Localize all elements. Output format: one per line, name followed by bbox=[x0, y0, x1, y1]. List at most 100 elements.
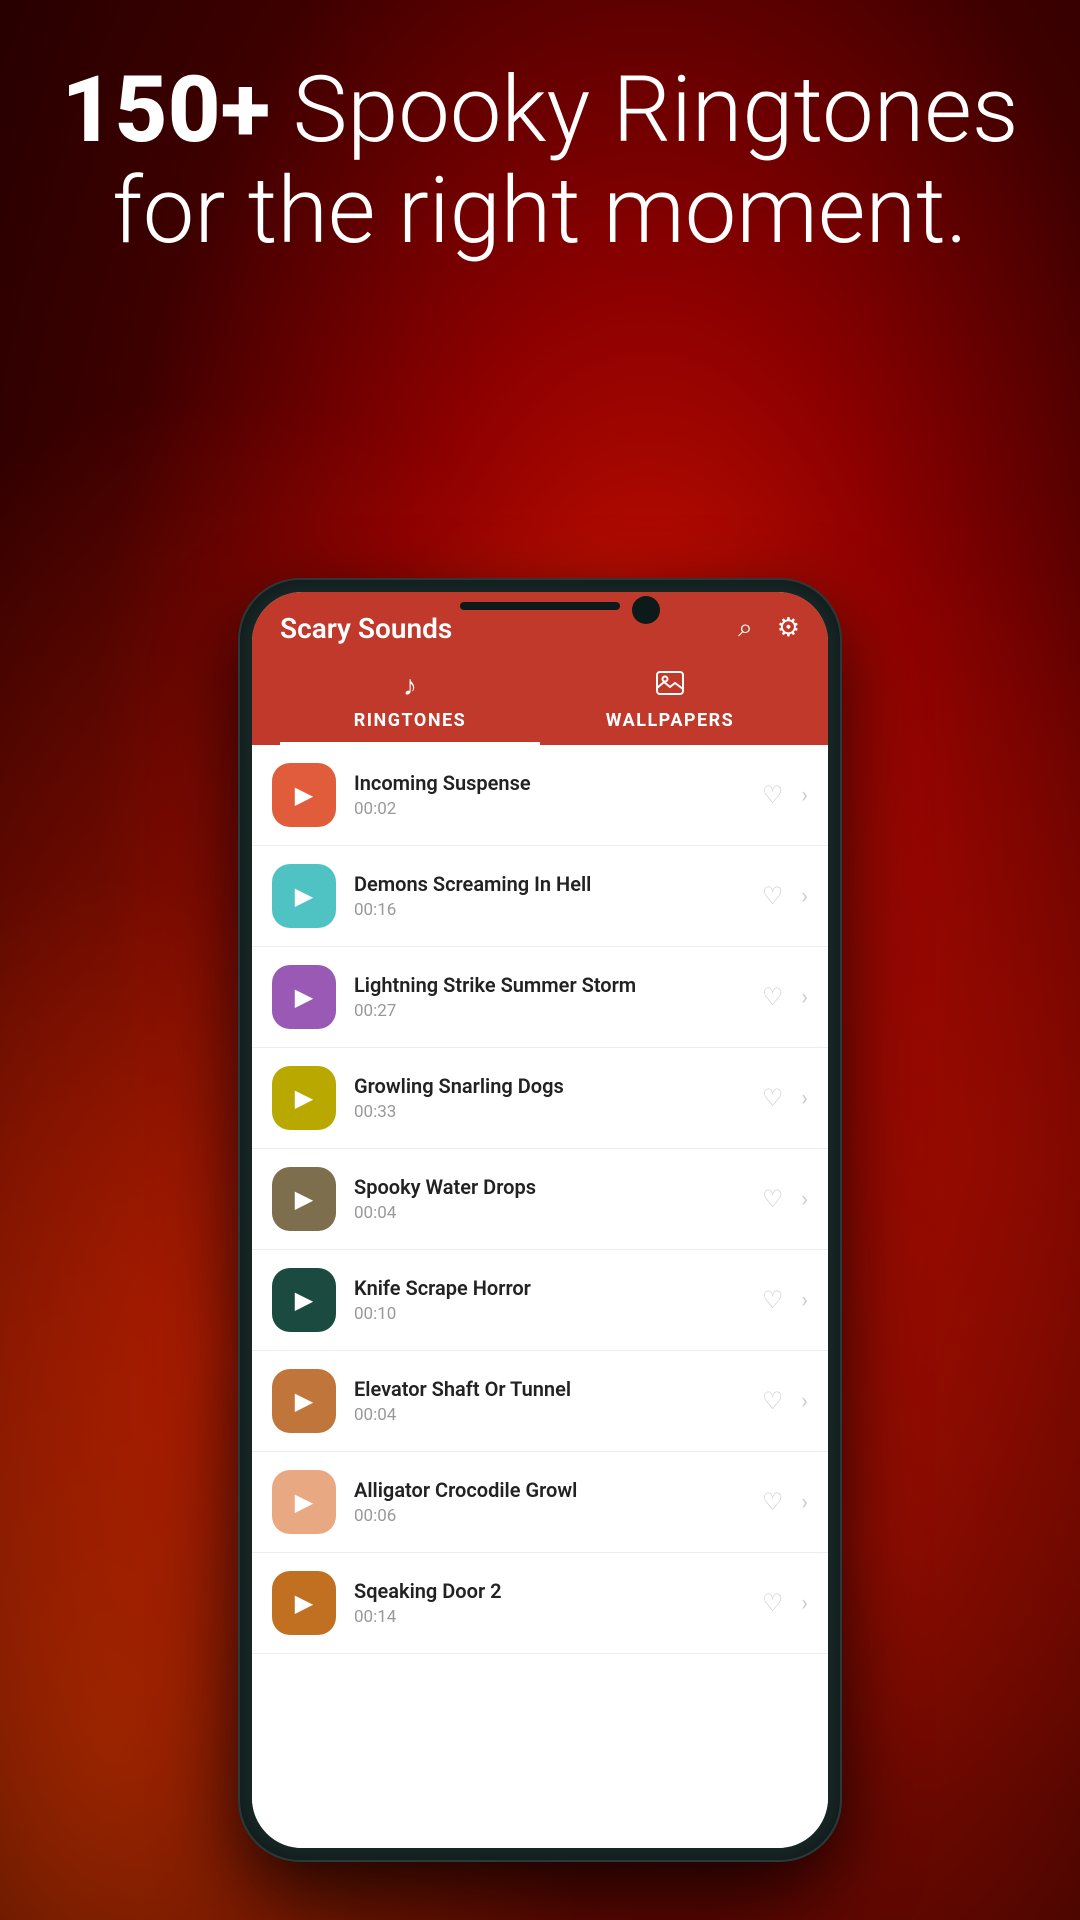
ringtone-info-7: Elevator Shaft Or Tunnel 00:04 bbox=[354, 1377, 744, 1425]
play-icon-7: ▶ bbox=[295, 1387, 313, 1415]
ringtone-duration-8: 00:06 bbox=[354, 1506, 744, 1526]
ringtone-name-6: Knife Scrape Horror bbox=[354, 1276, 744, 1300]
favorite-icon-3[interactable]: ♡ bbox=[762, 983, 784, 1011]
ringtone-info-4: Growling Snarling Dogs 00:33 bbox=[354, 1074, 744, 1122]
favorite-icon-7[interactable]: ♡ bbox=[762, 1387, 784, 1415]
favorite-icon-6[interactable]: ♡ bbox=[762, 1286, 784, 1314]
ringtone-actions-8: ♡ › bbox=[762, 1488, 808, 1516]
ringtone-actions-1: ♡ › bbox=[762, 781, 808, 809]
ringtone-duration-2: 00:16 bbox=[354, 900, 744, 920]
play-icon-6: ▶ bbox=[295, 1286, 313, 1314]
ringtone-info-5: Spooky Water Drops 00:04 bbox=[354, 1175, 744, 1223]
ringtone-name-5: Spooky Water Drops bbox=[354, 1175, 744, 1199]
play-icon-3: ▶ bbox=[295, 983, 313, 1011]
tab-ringtones[interactable]: ♪ RINGTONES bbox=[280, 669, 540, 745]
ringtone-name-1: Incoming Suspense bbox=[354, 771, 744, 795]
play-button-1[interactable]: ▶ bbox=[272, 763, 336, 827]
ringtone-info-3: Lightning Strike Summer Storm 00:27 bbox=[354, 973, 744, 1021]
ringtones-tab-icon: ♪ bbox=[403, 669, 417, 702]
ringtone-info-1: Incoming Suspense 00:02 bbox=[354, 771, 744, 819]
app-title: Scary Sounds bbox=[280, 612, 452, 645]
ringtone-duration-1: 00:02 bbox=[354, 799, 744, 819]
app-header: Scary Sounds ⌕ ⚙ ♪ RINGTONES bbox=[252, 592, 828, 745]
wallpapers-tab-label: WALLPAPERS bbox=[606, 710, 735, 731]
ringtone-name-9: Sqeaking Door 2 bbox=[354, 1579, 744, 1603]
play-button-6[interactable]: ▶ bbox=[272, 1268, 336, 1332]
chevron-icon-7[interactable]: › bbox=[801, 1389, 808, 1414]
chevron-icon-8[interactable]: › bbox=[801, 1490, 808, 1515]
ringtone-name-7: Elevator Shaft Or Tunnel bbox=[354, 1377, 744, 1401]
chevron-icon-1[interactable]: › bbox=[801, 783, 808, 808]
ringtone-name-8: Alligator Crocodile Growl bbox=[354, 1478, 744, 1502]
chevron-icon-3[interactable]: › bbox=[801, 985, 808, 1010]
ringtone-name-4: Growling Snarling Dogs bbox=[354, 1074, 744, 1098]
hero-line1-rest: Spooky Ringtones bbox=[270, 57, 1018, 164]
favorite-icon-8[interactable]: ♡ bbox=[762, 1488, 784, 1516]
app-header-top: Scary Sounds ⌕ ⚙ bbox=[280, 612, 800, 645]
ringtone-actions-7: ♡ › bbox=[762, 1387, 808, 1415]
header-icons: ⌕ ⚙ bbox=[738, 613, 800, 644]
chevron-icon-9[interactable]: › bbox=[801, 1591, 808, 1616]
search-icon[interactable]: ⌕ bbox=[738, 613, 753, 644]
ringtone-actions-6: ♡ › bbox=[762, 1286, 808, 1314]
list-item: ▶ Alligator Crocodile Growl 00:06 ♡ › bbox=[252, 1452, 828, 1553]
ringtone-actions-9: ♡ › bbox=[762, 1589, 808, 1617]
ringtone-duration-6: 00:10 bbox=[354, 1304, 744, 1324]
play-button-8[interactable]: ▶ bbox=[272, 1470, 336, 1534]
ringtone-info-9: Sqeaking Door 2 00:14 bbox=[354, 1579, 744, 1627]
tab-wallpapers[interactable]: WALLPAPERS bbox=[540, 669, 800, 745]
favorite-icon-5[interactable]: ♡ bbox=[762, 1185, 784, 1213]
play-icon-4: ▶ bbox=[295, 1084, 313, 1112]
ringtone-duration-3: 00:27 bbox=[354, 1001, 744, 1021]
ringtone-duration-7: 00:04 bbox=[354, 1405, 744, 1425]
favorite-icon-9[interactable]: ♡ bbox=[762, 1589, 784, 1617]
play-button-2[interactable]: ▶ bbox=[272, 864, 336, 928]
ringtone-name-3: Lightning Strike Summer Storm bbox=[354, 973, 744, 997]
hero-bold-text: 150+ bbox=[61, 57, 270, 164]
phone-frame: Scary Sounds ⌕ ⚙ ♪ RINGTONES bbox=[240, 580, 840, 1860]
favorite-icon-4[interactable]: ♡ bbox=[762, 1084, 784, 1112]
chevron-icon-2[interactable]: › bbox=[801, 884, 808, 909]
hero-heading: 150+ Spooky Ringtones for the right mome… bbox=[60, 60, 1020, 262]
ringtone-info-8: Alligator Crocodile Growl 00:06 bbox=[354, 1478, 744, 1526]
ringtone-name-2: Demons Screaming In Hell bbox=[354, 872, 744, 896]
favorite-icon-2[interactable]: ♡ bbox=[762, 882, 784, 910]
ringtone-actions-4: ♡ › bbox=[762, 1084, 808, 1112]
chevron-icon-4[interactable]: › bbox=[801, 1086, 808, 1111]
ringtone-duration-5: 00:04 bbox=[354, 1203, 744, 1223]
hero-line2: for the right moment. bbox=[112, 158, 967, 265]
play-icon-8: ▶ bbox=[295, 1488, 313, 1516]
play-icon-1: ▶ bbox=[295, 781, 313, 809]
list-item: ▶ Sqeaking Door 2 00:14 ♡ › bbox=[252, 1553, 828, 1654]
wallpapers-tab-icon bbox=[656, 669, 684, 702]
settings-icon[interactable]: ⚙ bbox=[777, 613, 800, 644]
list-item: ▶ Knife Scrape Horror 00:10 ♡ › bbox=[252, 1250, 828, 1351]
play-icon-5: ▶ bbox=[295, 1185, 313, 1213]
play-icon-9: ▶ bbox=[295, 1589, 313, 1617]
chevron-icon-6[interactable]: › bbox=[801, 1288, 808, 1313]
favorite-icon-1[interactable]: ♡ bbox=[762, 781, 784, 809]
phone-inner: Scary Sounds ⌕ ⚙ ♪ RINGTONES bbox=[252, 592, 828, 1848]
phone-notch bbox=[460, 602, 620, 610]
ringtone-actions-5: ♡ › bbox=[762, 1185, 808, 1213]
hero-section: 150+ Spooky Ringtones for the right mome… bbox=[0, 60, 1080, 262]
play-button-4[interactable]: ▶ bbox=[272, 1066, 336, 1130]
list-item: ▶ Elevator Shaft Or Tunnel 00:04 ♡ › bbox=[252, 1351, 828, 1452]
tabs: ♪ RINGTONES WALLPAPERS bbox=[280, 669, 800, 745]
phone-camera bbox=[632, 596, 660, 624]
list-item: ▶ Lightning Strike Summer Storm 00:27 ♡ … bbox=[252, 947, 828, 1048]
list-item: ▶ Growling Snarling Dogs 00:33 ♡ › bbox=[252, 1048, 828, 1149]
list-item: ▶ Incoming Suspense 00:02 ♡ › bbox=[252, 745, 828, 846]
ringtone-duration-9: 00:14 bbox=[354, 1607, 744, 1627]
phone-outer: Scary Sounds ⌕ ⚙ ♪ RINGTONES bbox=[240, 580, 840, 1860]
ringtone-info-6: Knife Scrape Horror 00:10 bbox=[354, 1276, 744, 1324]
play-button-3[interactable]: ▶ bbox=[272, 965, 336, 1029]
play-button-7[interactable]: ▶ bbox=[272, 1369, 336, 1433]
list-item: ▶ Spooky Water Drops 00:04 ♡ › bbox=[252, 1149, 828, 1250]
ringtones-list: ▶ Incoming Suspense 00:02 ♡ › ▶ bbox=[252, 745, 828, 1848]
play-button-9[interactable]: ▶ bbox=[272, 1571, 336, 1635]
ringtones-tab-label: RINGTONES bbox=[354, 710, 467, 731]
chevron-icon-5[interactable]: › bbox=[801, 1187, 808, 1212]
play-button-5[interactable]: ▶ bbox=[272, 1167, 336, 1231]
ringtone-duration-4: 00:33 bbox=[354, 1102, 744, 1122]
